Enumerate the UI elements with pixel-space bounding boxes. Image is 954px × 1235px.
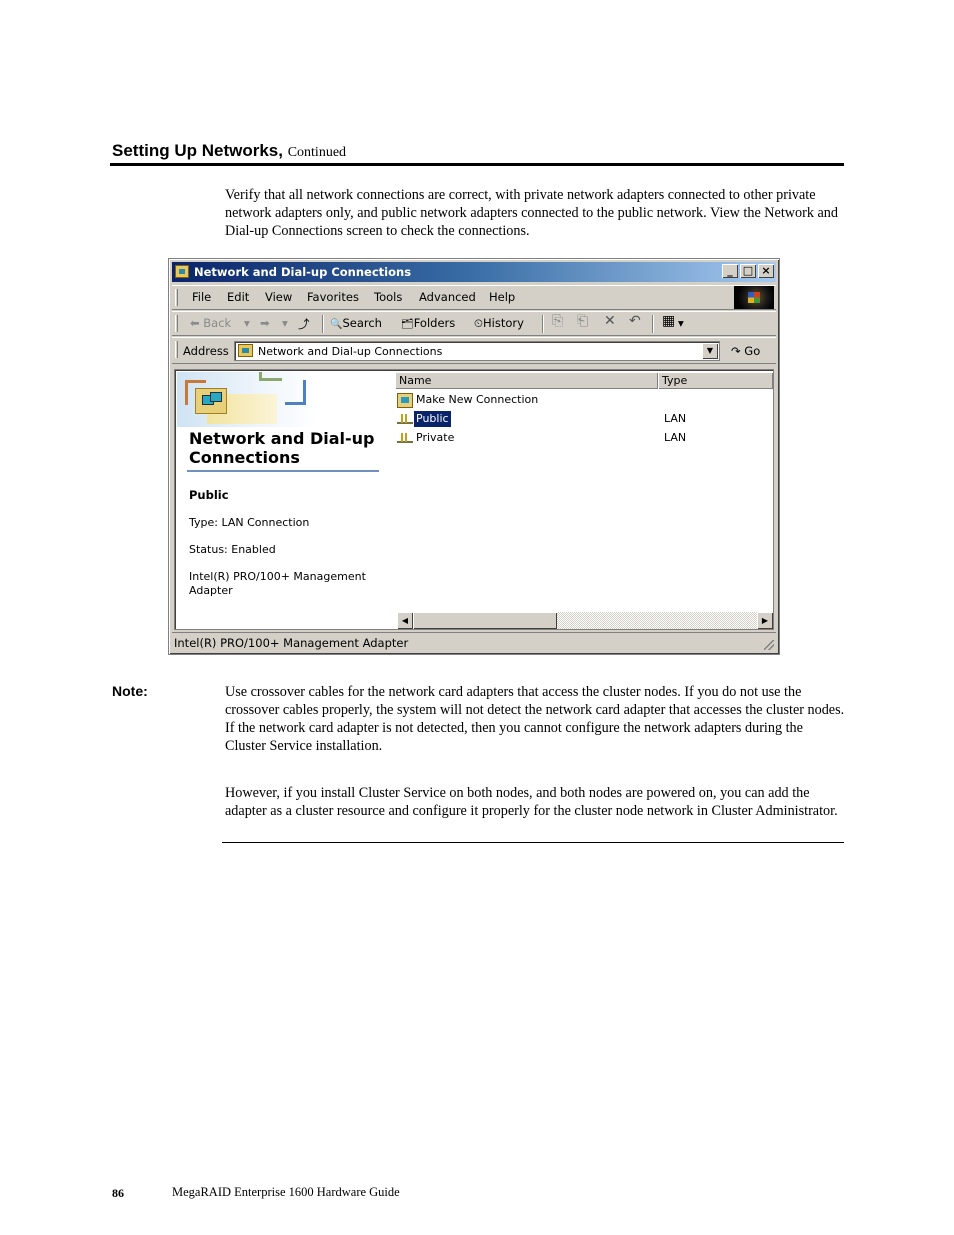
intro-paragraph: Verify that all network connections are … xyxy=(225,187,838,239)
toolbar-grip[interactable] xyxy=(175,315,178,332)
window-title: Network and Dial-up Connections xyxy=(194,265,412,279)
arrow-left-icon: ⬅ xyxy=(190,316,200,330)
folders-icon: 🗂 xyxy=(401,319,414,330)
connections-list: Name Type Make New Connection Public LAN… xyxy=(395,372,773,607)
undo-icon[interactable]: ↶ xyxy=(629,313,641,329)
views-dropdown[interactable]: ▾ xyxy=(678,316,684,330)
section-title-text: Setting Up Networks, xyxy=(112,141,283,160)
page-number: 86 xyxy=(112,1186,124,1200)
standard-toolbar: ⬅ Back ▾ ➡ ▾ ⤴ 🔍Search 🗂Folders ⏲History… xyxy=(172,311,776,336)
content-area: Network and Dial-up Connections Public T… xyxy=(174,369,774,630)
column-header-name[interactable]: Name xyxy=(395,372,658,389)
note-label: Note: xyxy=(112,683,148,699)
close-button[interactable]: × xyxy=(758,264,774,278)
scroll-left-button[interactable]: ◀ xyxy=(397,612,413,629)
menu-help[interactable]: Help xyxy=(489,290,515,304)
clock-icon: ⏲ xyxy=(474,316,483,330)
note-end-rule xyxy=(222,842,844,843)
go-button[interactable]: ↷ Go xyxy=(731,344,760,358)
footer-title: MegaRAID Enterprise 1600 Hardware Guide xyxy=(172,1185,400,1199)
copy-to-icon[interactable]: ⎗ xyxy=(577,313,588,329)
lan-connection-icon xyxy=(397,412,413,427)
list-item-name: Private xyxy=(416,431,455,444)
status-bar: Intel(R) PRO/100+ Management Adapter xyxy=(172,632,776,652)
address-label: Address xyxy=(183,344,229,358)
folder-banner-graphic xyxy=(177,372,377,427)
section-rule xyxy=(110,163,844,166)
selected-connection-name: Public xyxy=(189,488,229,502)
address-value: Network and Dial-up Connections xyxy=(258,345,443,358)
menu-grip[interactable] xyxy=(175,289,178,306)
column-header-type[interactable]: Type xyxy=(658,372,773,389)
note-paragraph-2: However, if you install Cluster Service … xyxy=(225,785,838,819)
pane-heading-rule xyxy=(187,470,379,472)
maximize-button[interactable]: □ xyxy=(740,264,756,278)
network-connections-window: Network and Dial-up Connections _ □ × Fi… xyxy=(168,258,780,655)
menu-tools[interactable]: Tools xyxy=(374,290,402,304)
toolbar-separator xyxy=(322,315,324,333)
list-item-type: LAN xyxy=(664,431,687,444)
section-title: Setting Up Networks, Continued xyxy=(112,141,346,161)
views-icon[interactable]: ▦ xyxy=(662,313,675,329)
list-item-public[interactable]: Public LAN xyxy=(397,411,773,429)
network-computers-icon xyxy=(195,388,227,414)
title-bar[interactable]: Network and Dial-up Connections _ □ × xyxy=(172,262,776,282)
section-continued-label: Continued xyxy=(287,145,347,160)
scroll-right-button[interactable]: ▶ xyxy=(757,612,773,629)
list-item-name: Public xyxy=(414,411,451,427)
menu-edit[interactable]: Edit xyxy=(227,290,249,304)
minimize-button[interactable]: _ xyxy=(722,264,738,278)
network-folder-icon xyxy=(175,265,189,278)
resize-grip-icon[interactable] xyxy=(764,640,774,650)
windows-logo-icon xyxy=(734,286,774,309)
status-text: Intel(R) PRO/100+ Management Adapter xyxy=(174,636,409,650)
folder-up-icon[interactable]: ⤴ xyxy=(298,316,310,332)
back-button[interactable]: ⬅ Back xyxy=(190,316,231,330)
go-arrow-icon: ↷ xyxy=(731,344,741,358)
details-pane: Network and Dial-up Connections Public T… xyxy=(177,372,387,612)
menu-advanced[interactable]: Advanced xyxy=(419,290,476,304)
pane-heading: Network and Dial-up Connections xyxy=(189,429,375,467)
network-folder-icon xyxy=(238,344,253,357)
horizontal-scrollbar[interactable]: ◀ ▶ xyxy=(397,612,773,629)
address-grip[interactable] xyxy=(175,341,178,358)
scroll-thumb[interactable] xyxy=(413,612,557,629)
address-bar: Address Network and Dial-up Connections … xyxy=(172,337,776,364)
lan-connection-icon xyxy=(397,431,413,446)
address-input[interactable]: Network and Dial-up Connections ▼ xyxy=(234,341,720,361)
menu-view[interactable]: View xyxy=(265,290,292,304)
go-label: Go xyxy=(744,344,761,358)
connection-status: Status: Enabled xyxy=(189,543,276,556)
note-paragraph-1: Use crossover cables for the network car… xyxy=(225,684,845,754)
address-dropdown-button[interactable]: ▼ xyxy=(702,343,718,359)
list-item-private[interactable]: Private LAN xyxy=(397,430,773,448)
make-new-connection-icon xyxy=(397,393,413,408)
menu-favorites[interactable]: Favorites xyxy=(307,290,359,304)
back-label: Back xyxy=(203,316,232,330)
connection-type: Type: LAN Connection xyxy=(189,516,310,529)
arrow-right-icon[interactable]: ➡ xyxy=(260,316,270,330)
magnifier-icon: 🔍 xyxy=(330,319,343,330)
list-item-name: Make New Connection xyxy=(416,393,539,406)
toolbar-separator xyxy=(542,315,544,333)
search-button[interactable]: 🔍Search xyxy=(330,316,382,330)
delete-x-icon[interactable]: ✕ xyxy=(604,313,616,329)
folders-button[interactable]: 🗂Folders xyxy=(401,316,455,330)
search-label: Search xyxy=(342,316,382,330)
back-dropdown[interactable]: ▾ xyxy=(244,316,250,330)
list-item-type: LAN xyxy=(664,412,687,425)
menu-bar: File Edit View Favorites Tools Advanced … xyxy=(172,285,776,310)
history-button[interactable]: ⏲History xyxy=(474,316,524,331)
move-to-icon[interactable]: ⎘ xyxy=(552,313,563,329)
list-item-make-new-connection[interactable]: Make New Connection xyxy=(397,392,773,410)
menu-file[interactable]: File xyxy=(192,290,211,304)
forward-dropdown[interactable]: ▾ xyxy=(282,316,288,330)
history-label: History xyxy=(482,316,524,330)
toolbar-separator xyxy=(652,315,654,333)
connection-adapter: Intel(R) PRO/100+ Management Adapter xyxy=(189,570,366,597)
folders-label: Folders xyxy=(413,316,456,330)
